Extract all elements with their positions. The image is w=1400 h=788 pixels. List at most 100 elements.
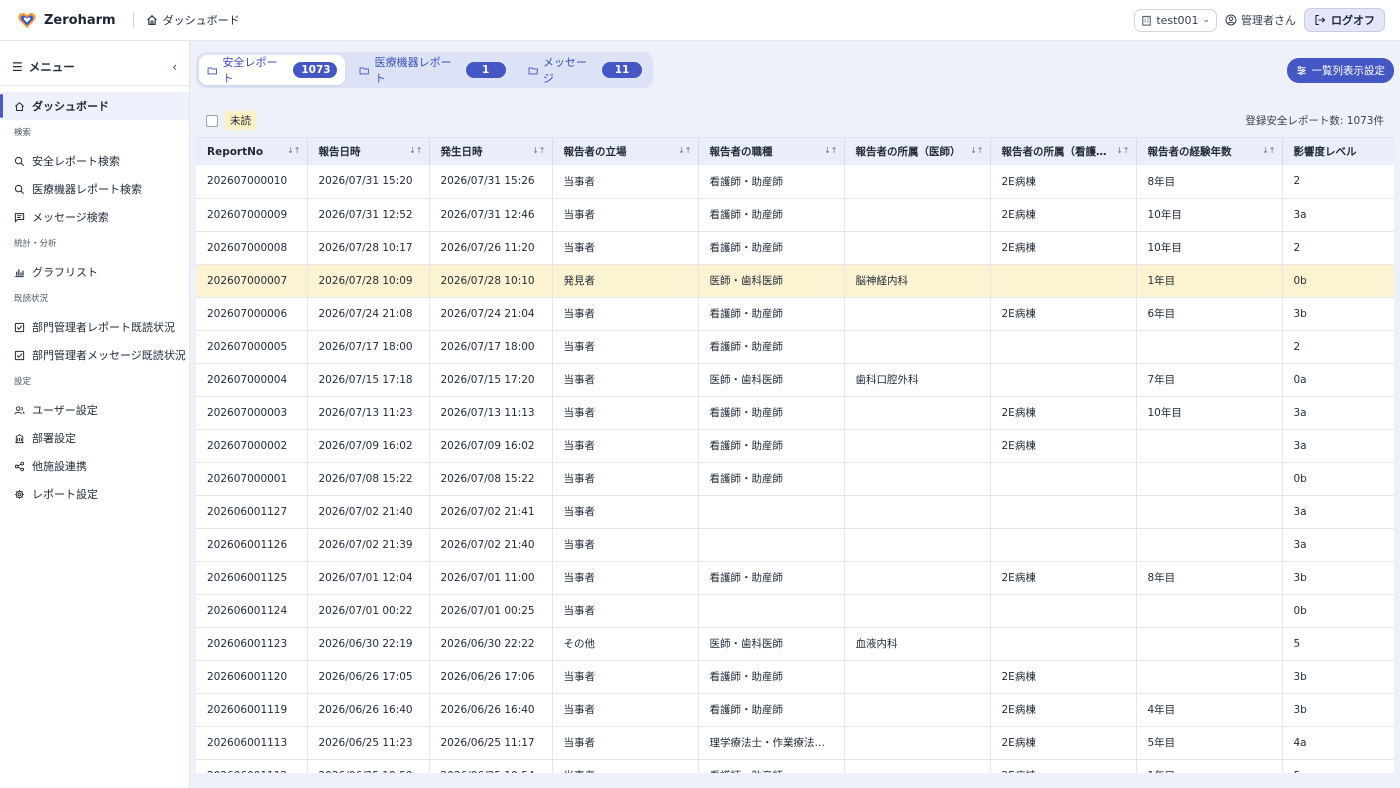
tab-label: 医療機器レポート <box>374 56 452 85</box>
sort-icon[interactable]: ↓↑ <box>409 146 422 155</box>
sidebar-item-label: 医療機器レポート検索 <box>32 183 142 196</box>
table-cell <box>844 561 991 595</box>
table-row[interactable]: 202607000003 2026/07/13 11:23 2026/07/13 1… <box>196 396 1394 430</box>
table-row[interactable]: 202606001113 2026/06/25 11:23 2026/06/25 1… <box>196 726 1394 760</box>
building-icon <box>1142 15 1151 26</box>
table-row[interactable]: 202606001126 2026/07/02 21:39 2026/07/02 2… <box>196 528 1394 562</box>
table-row[interactable]: 202607000002 2026/07/09 16:02 2026/07/09 1… <box>196 429 1394 463</box>
building-icon <box>15 433 24 443</box>
table-cell: 2026/07/08 15:22 <box>307 462 430 496</box>
sidebar-item-label: レポート設定 <box>32 488 98 501</box>
sidebar-item-user-settings[interactable]: ユーザー設定 <box>0 396 189 424</box>
table-cell: 2026/07/09 16:02 <box>307 429 430 463</box>
table-row[interactable]: 202607000006 2026/07/24 21:08 2026/07/24 2… <box>196 297 1394 331</box>
column-header[interactable]: 報告者の職種 ↓↑ <box>698 138 845 165</box>
table-cell: 看護師・助産師 <box>698 693 845 727</box>
user-circle-icon <box>1225 14 1237 26</box>
section-label-stats: 統計・分析 <box>14 239 57 249</box>
table-cell: 看護師・助産師 <box>698 462 845 496</box>
user-menu[interactable]: 管理者さん <box>1225 12 1296 28</box>
table-cell: 2026/07/15 17:18 <box>307 363 430 397</box>
tab-device-report[interactable]: 医療機器レポート 1 <box>351 55 513 85</box>
column-header[interactable]: 報告者の立場 ↓↑ <box>552 138 699 165</box>
table-cell: 当事者 <box>552 330 699 364</box>
sort-icon[interactable]: ↓↑ <box>824 146 837 155</box>
table-cell: 2026/06/26 16:40 <box>307 693 430 727</box>
table-cell: 202607000002 <box>196 429 308 463</box>
unread-checkbox[interactable] <box>206 114 218 127</box>
registered-count: 登録安全レポート数: 1073件 <box>1245 115 1384 127</box>
share-icon <box>14 461 25 471</box>
table-cell: 当事者 <box>552 594 699 628</box>
sort-icon[interactable]: ↓↑ <box>532 146 545 155</box>
table-row[interactable]: 202607000008 2026/07/28 10:17 2026/07/26 1… <box>196 231 1394 265</box>
logout-button[interactable]: ログオフ <box>1304 8 1385 32</box>
table-row[interactable]: 202606001127 2026/07/02 21:40 2026/07/02 2… <box>196 495 1394 529</box>
sidebar-item-dept-report-read[interactable]: 部門管理者レポート既読状況 <box>0 313 189 341</box>
table-row[interactable]: 202606001119 2026/06/26 16:40 2026/06/26 1… <box>196 693 1394 727</box>
table-cell: 202607000006 <box>196 297 308 331</box>
sidebar-item-dept-settings[interactable]: 部署設定 <box>0 424 189 452</box>
table-row[interactable]: 202606001124 2026/07/01 00:22 2026/07/01 0… <box>196 594 1394 628</box>
tenant-select[interactable]: test001 ⌄ <box>1134 8 1217 32</box>
count-badge: 1073 <box>293 62 338 78</box>
table-row[interactable]: 202607000009 2026/07/31 12:52 2026/07/31 1… <box>196 198 1394 232</box>
table-cell: 10年目 <box>1136 231 1283 265</box>
table-row[interactable]: 202606001123 2026/06/30 22:19 2026/06/30 2… <box>196 627 1394 661</box>
sidebar-item-dept-message-read[interactable]: 部門管理者メッセージ既読状況 <box>0 341 189 369</box>
table-cell: 4a <box>1282 726 1394 760</box>
sidebar-item-device-search[interactable]: 医療機器レポート検索 <box>0 175 189 203</box>
table-cell: 当事者 <box>552 495 699 529</box>
sidebar-item-facility-link[interactable]: 他施設連携 <box>0 452 189 480</box>
sidebar-item-label: ユーザー設定 <box>32 404 98 417</box>
tab-messages[interactable]: メッセージ 11 <box>520 55 650 85</box>
column-header[interactable]: 報告者の所属（医師） ↓↑ <box>844 138 991 165</box>
chevron-left-icon[interactable]: ‹ <box>172 60 177 74</box>
tab-safety-report[interactable]: 安全レポート 1073 <box>199 55 346 85</box>
column-header[interactable]: 報告者の所属（看護… ↓↑ <box>990 138 1137 165</box>
sort-icon[interactable]: ↓↑ <box>1116 146 1129 155</box>
table-cell: 2026/07/02 21:40 <box>429 528 553 562</box>
table-cell: 2026/07/31 15:20 <box>307 165 430 199</box>
table-cell <box>844 165 991 199</box>
sidebar-item-dashboard[interactable]: ダッシュボード <box>0 92 189 120</box>
table-cell: 看護師・助産師 <box>698 660 845 694</box>
sort-icon[interactable]: ↓↑ <box>287 146 300 155</box>
table-row[interactable]: 202606001120 2026/06/26 17:05 2026/06/26 1… <box>196 660 1394 694</box>
table-cell <box>990 363 1137 397</box>
table-row[interactable]: 202607000001 2026/07/08 15:22 2026/07/08 1… <box>196 462 1394 496</box>
table-cell: 2026/06/25 11:17 <box>429 726 553 760</box>
column-header[interactable]: 報告日時 ↓↑ <box>307 138 430 165</box>
user-name: 管理者さん <box>1241 14 1296 27</box>
table-cell: 2026/07/17 18:00 <box>429 330 553 364</box>
unread-filter: 未読 <box>206 111 256 130</box>
sort-icon[interactable]: ↓↑ <box>678 146 691 155</box>
sidebar-item-message-search[interactable]: メッセージ検索 <box>0 203 189 231</box>
table-cell: 医師・歯科医師 <box>698 264 845 298</box>
column-header[interactable]: 発生日時 ↓↑ <box>429 138 553 165</box>
table-row[interactable]: 202607000004 2026/07/15 17:18 2026/07/15 1… <box>196 363 1394 397</box>
column-header[interactable]: ReportNo ↓↑ <box>196 138 308 165</box>
table-cell <box>844 330 991 364</box>
table-row[interactable]: 202606001125 2026/07/01 12:04 2026/07/01 1… <box>196 561 1394 595</box>
sort-icon[interactable]: ↓↑ <box>1262 146 1275 155</box>
table-cell: 2E病棟 <box>990 396 1137 430</box>
column-display-settings-button[interactable]: 一覧列表示設定 <box>1286 58 1394 83</box>
sidebar-item-safety-search[interactable]: 安全レポート検索 <box>0 147 189 175</box>
column-header[interactable]: 報告者の経験年数 ↓↑ <box>1136 138 1283 165</box>
table-row[interactable]: 202607000005 2026/07/17 18:00 2026/07/17 1… <box>196 330 1394 364</box>
tab-label: メッセージ <box>542 56 587 85</box>
sort-icon[interactable]: ↓↑ <box>970 146 983 155</box>
sidebar-item-report-settings[interactable]: レポート設定 <box>0 480 189 508</box>
table-row[interactable]: 202607000010 2026/07/31 15:20 2026/07/31 1… <box>196 165 1394 199</box>
sidebar-item-graph-list[interactable]: グラフリスト <box>0 258 189 286</box>
table-row[interactable]: 202607000007 2026/07/28 10:09 2026/07/28 1… <box>196 264 1394 298</box>
table-cell <box>844 660 991 694</box>
table-cell: 歯科口腔外科 <box>844 363 991 397</box>
table-cell: 6年目 <box>1136 297 1283 331</box>
column-header[interactable]: 影響度レベル <box>1282 138 1394 165</box>
table-body: 202607000010 2026/07/31 15:20 2026/07/31 1… <box>196 165 1394 777</box>
table-cell: 2026/07/28 10:10 <box>429 264 553 298</box>
column-header-label: 報告者の所属（医師） <box>855 146 961 158</box>
brand[interactable]: Zeroharm <box>0 10 116 30</box>
